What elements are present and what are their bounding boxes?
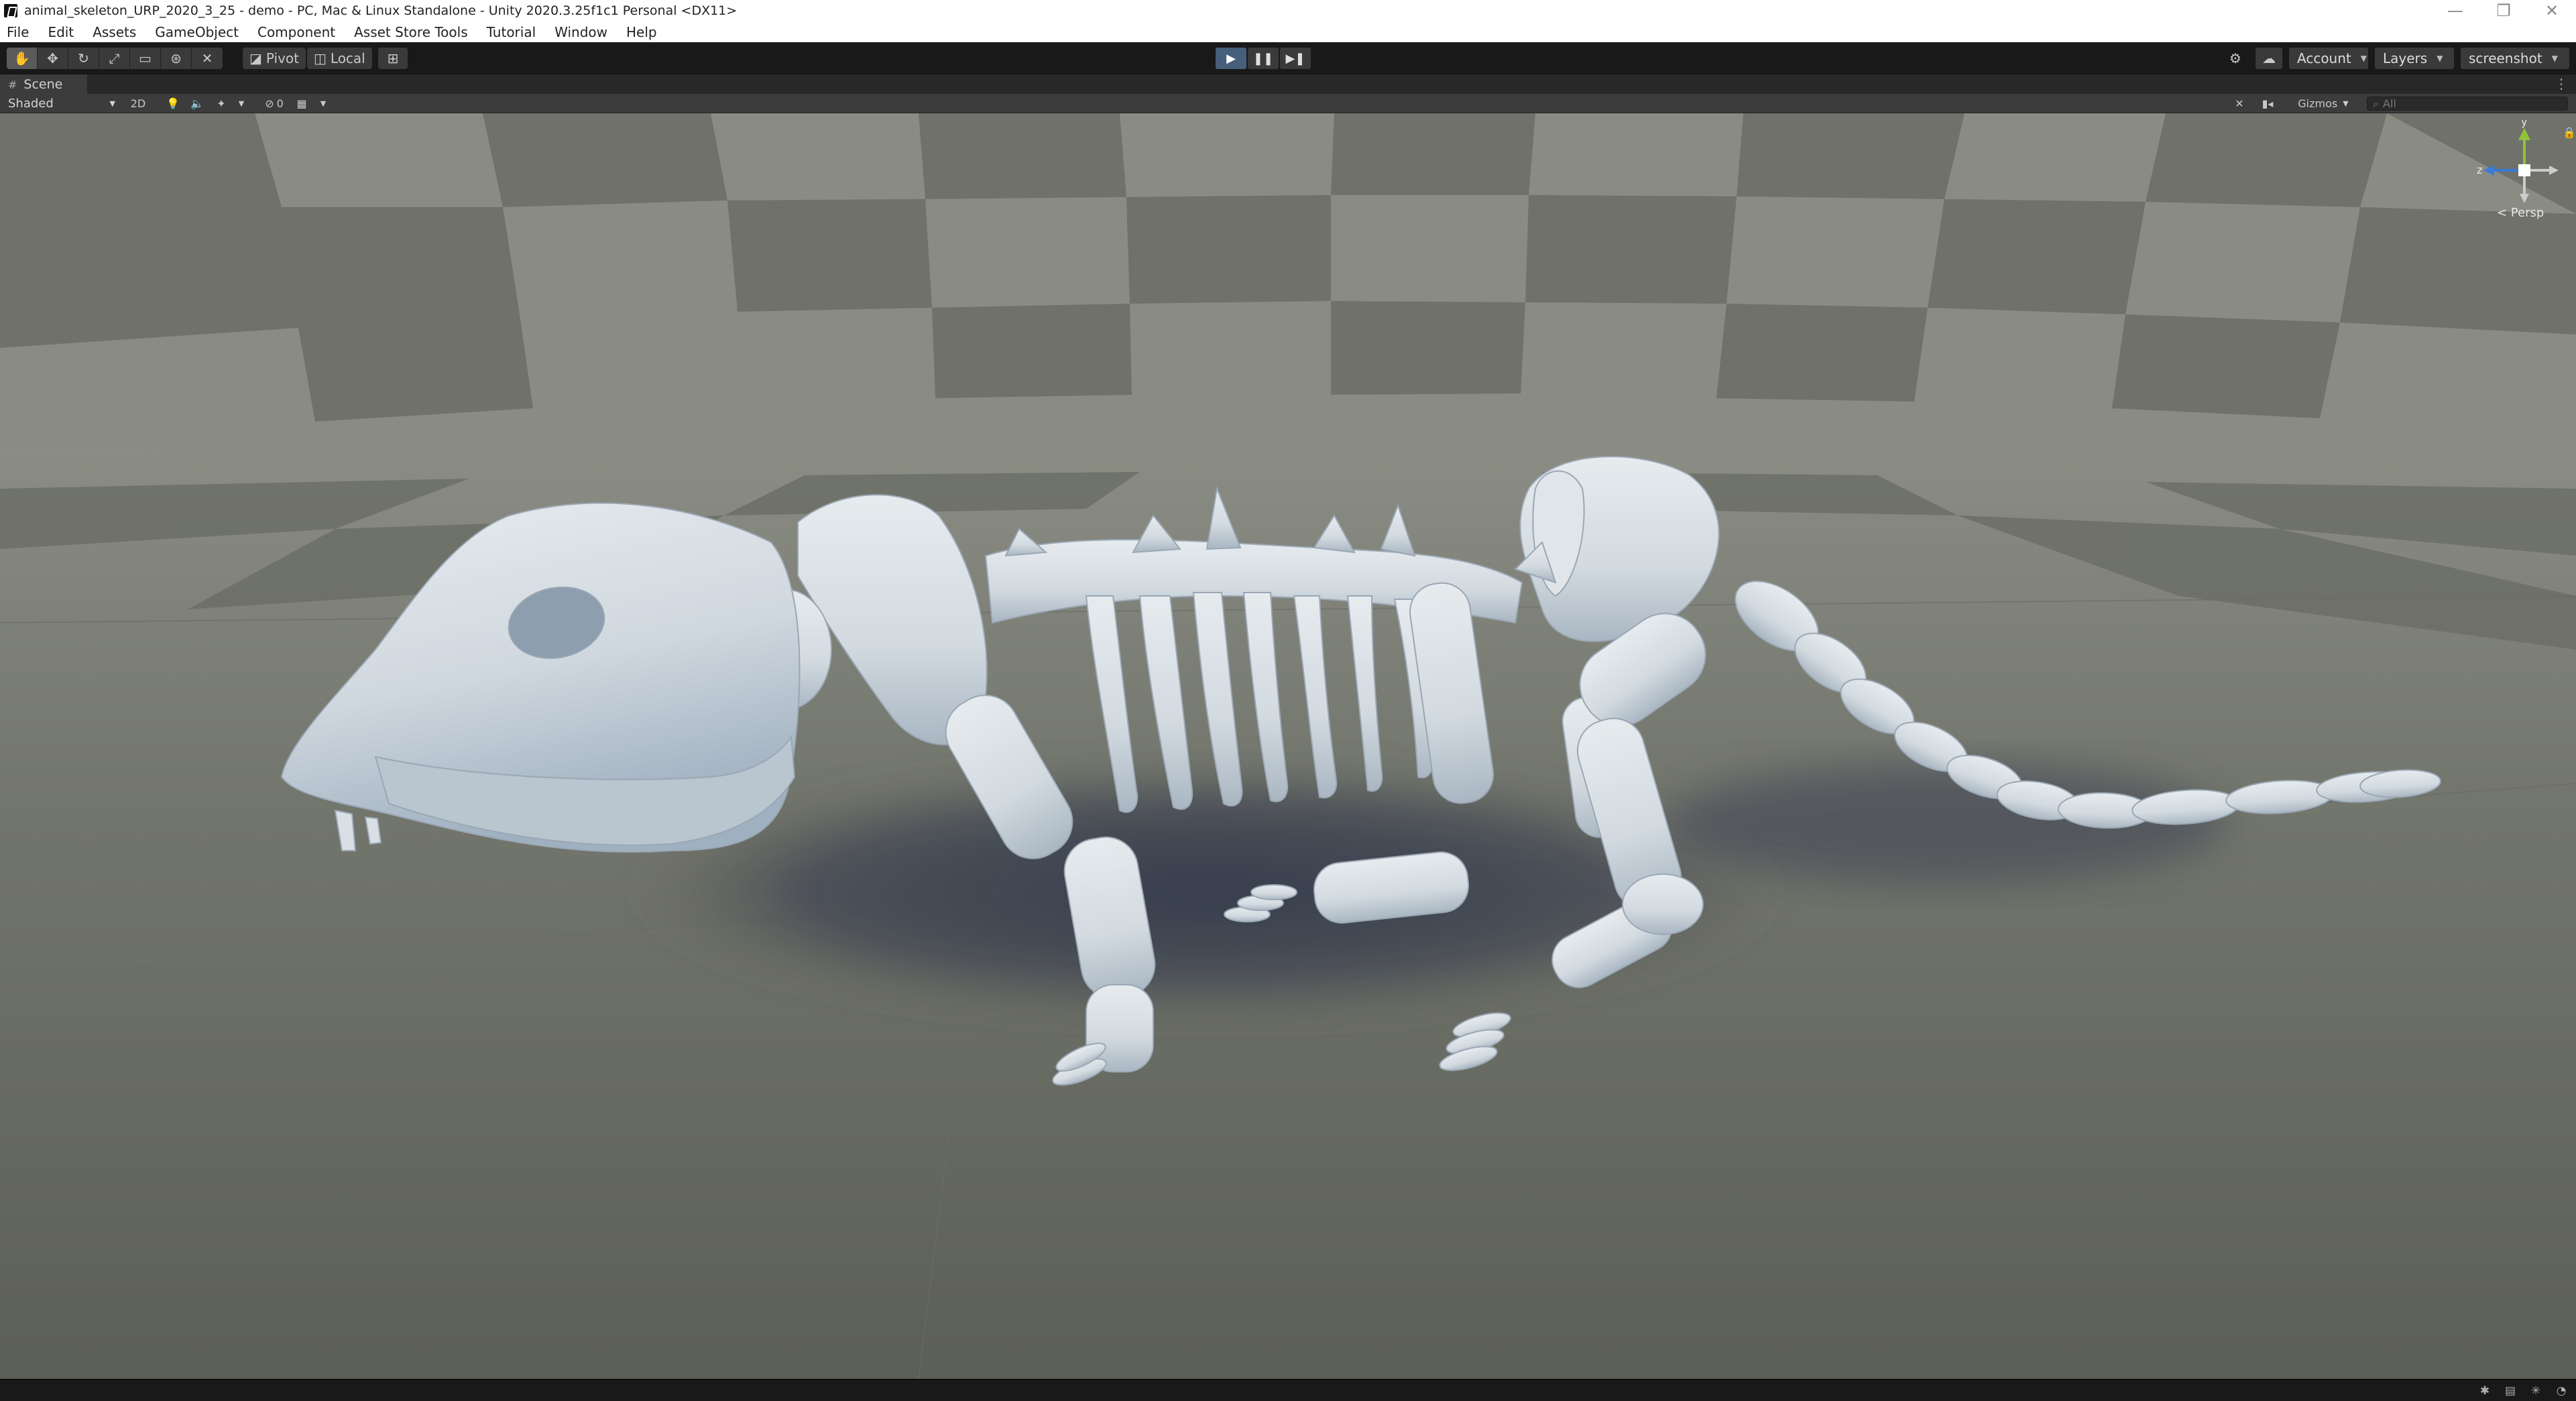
pause-button[interactable]: ❚❚ (1248, 48, 1279, 69)
hidden-objects-toggle[interactable]: ⊘ 0 (257, 96, 291, 111)
tools-icon[interactable]: ✕ (2230, 96, 2249, 111)
restore-button[interactable]: ❐ (2479, 0, 2528, 21)
local-label: Local (330, 50, 365, 66)
bug-icon[interactable]: ✱ (2477, 1384, 2493, 1398)
toggle-2d-button[interactable]: 2D (127, 96, 149, 111)
scene-render (0, 113, 2576, 1379)
layout-dropdown[interactable]: screenshot ▼ (2461, 48, 2569, 69)
projection-label[interactable]: < Persp (2497, 206, 2544, 220)
transform-tool-icon[interactable]: ⊛ (161, 48, 192, 69)
chevron-down-icon: ▼ (2343, 99, 2349, 108)
gizmo-y-label: y (2521, 120, 2527, 128)
layers-label: Layers (2383, 50, 2428, 66)
gizmo-z-label: z (2477, 164, 2482, 176)
status-icons: ✱ ▤ ✳ ◔ (2477, 1384, 2569, 1398)
step-button[interactable]: ▶❚ (1280, 48, 1311, 69)
chevron-down-icon: ▼ (2437, 54, 2443, 63)
audio-toggle-icon[interactable]: 🔈 (188, 96, 207, 111)
effects-dropdown-icon[interactable]: ▼ (235, 96, 248, 111)
layers-dropdown[interactable]: Layers ▼ (2375, 48, 2454, 69)
effects-toggle-icon[interactable]: ✦ (212, 96, 231, 111)
chevron-down-icon: ▼ (2551, 54, 2558, 63)
menu-assets[interactable]: Assets (93, 24, 136, 40)
account-dropdown[interactable]: Account ▼ (2289, 48, 2368, 69)
local-icon: ◫ (314, 50, 327, 66)
scene-hash-icon: # (8, 78, 17, 91)
menu-file[interactable]: File (7, 24, 29, 40)
play-controls: ▶ ❚❚ ▶❚ (1216, 48, 1311, 69)
menu-asset-store-tools[interactable]: Asset Store Tools (354, 24, 468, 40)
local-toggle[interactable]: ◫ Local (307, 48, 372, 69)
camera-icon[interactable]: ▮◂ (2254, 96, 2281, 111)
menu-bar: File Edit Assets GameObject Component As… (0, 21, 2576, 42)
menu-edit[interactable]: Edit (48, 24, 74, 40)
shading-mode-label: Shaded (8, 97, 54, 111)
menu-tutorial[interactable]: Tutorial (487, 24, 536, 40)
pivot-toggle[interactable]: ◪ Pivot (243, 48, 306, 69)
close-button[interactable]: ✕ (2528, 0, 2576, 21)
grid-snap-button[interactable]: ⊞ (378, 48, 408, 69)
menu-help[interactable]: Help (626, 24, 657, 40)
grid-snap-icon: ⊞ (387, 50, 399, 66)
window-title: animal_skeleton_URP_2020_3_25 - demo - P… (24, 3, 738, 18)
cloud-icon[interactable]: ☁ (2256, 48, 2282, 69)
transform-tools: ✋ ✥ ↻ ⤢ ▭ ⊛ ✕ (7, 48, 223, 69)
layout-label: screenshot (2469, 50, 2542, 66)
play-button[interactable]: ▶ (1216, 48, 1246, 69)
scene-viewport[interactable]: y z 🔒 < Persp (0, 113, 2576, 1379)
hidden-count: 0 (276, 97, 284, 110)
toggle-2d-label: 2D (130, 97, 146, 110)
chevron-down-icon: ▼ (109, 99, 115, 108)
search-icon: ⌕ (2373, 97, 2379, 110)
toolbar-right: ⚙ ☁ Account ▼ Layers ▼ screenshot ▼ (2222, 48, 2569, 69)
scene-tab-label: Scene (23, 77, 63, 92)
auto-generate-lighting-icon[interactable]: ◔ (2553, 1384, 2569, 1398)
scene-search-input[interactable]: ⌕ All (2367, 97, 2568, 111)
chevron-down-icon: ▼ (2360, 54, 2367, 63)
minimize-button[interactable]: — (2431, 0, 2479, 21)
search-placeholder: All (2382, 97, 2396, 110)
progress-icon[interactable]: ▤ (2502, 1384, 2518, 1398)
rect-tool-icon[interactable]: ▭ (130, 48, 161, 69)
scale-tool-icon[interactable]: ⤢ (99, 48, 130, 69)
menu-gameobject[interactable]: GameObject (155, 24, 239, 40)
grid-toggle-icon[interactable]: ▦ (292, 96, 311, 111)
menu-component[interactable]: Component (257, 24, 335, 40)
grid-dropdown-icon[interactable]: ▼ (316, 96, 330, 111)
hand-tool-icon[interactable]: ✋ (7, 48, 38, 69)
gizmos-dropdown[interactable]: Gizmos ▼ (2286, 96, 2360, 111)
shading-mode-dropdown[interactable]: Shaded ▼ (4, 96, 119, 111)
menu-window[interactable]: Window (554, 24, 607, 40)
gizmos-label: Gizmos (2298, 97, 2338, 110)
custom-tool-icon[interactable]: ✕ (192, 48, 223, 69)
title-bar: animal_skeleton_URP_2020_3_25 - demo - P… (0, 0, 2576, 21)
cache-icon[interactable]: ✳ (2528, 1384, 2544, 1398)
tab-menu-icon[interactable]: ⋮ (2555, 76, 2568, 92)
eye-slash-icon: ⊘ (265, 97, 274, 110)
pivot-icon: ◪ (249, 50, 262, 66)
move-tool-icon[interactable]: ✥ (38, 48, 68, 69)
lighting-toggle-icon[interactable]: 💡 (164, 96, 182, 111)
rotate-tool-icon[interactable]: ↻ (68, 48, 99, 69)
tab-scene[interactable]: # Scene (0, 74, 87, 95)
services-icon[interactable]: ⚙ (2222, 48, 2249, 69)
account-label: Account (2297, 50, 2351, 66)
gizmo-lock-icon[interactable]: 🔒 (2563, 126, 2575, 139)
unity-logo-icon (4, 4, 17, 17)
window-controls: — ❐ ✕ (2431, 0, 2576, 21)
scene-toolbar: Shaded ▼ 2D 💡 🔈 ✦ ▼ ⊘ 0 ▦ ▼ ✕ ▮◂ Gizmos … (0, 94, 2576, 113)
pivot-label: Pivot (266, 50, 299, 66)
scene-tab-bar: # Scene ⋮ (0, 74, 2576, 95)
main-toolbar: ✋ ✥ ↻ ⤢ ▭ ⊛ ✕ ◪ Pivot ◫ Local ⊞ ▶ ❚❚ ▶❚ … (0, 42, 2576, 74)
status-bar: ✱ ▤ ✳ ◔ (0, 1379, 2576, 1401)
